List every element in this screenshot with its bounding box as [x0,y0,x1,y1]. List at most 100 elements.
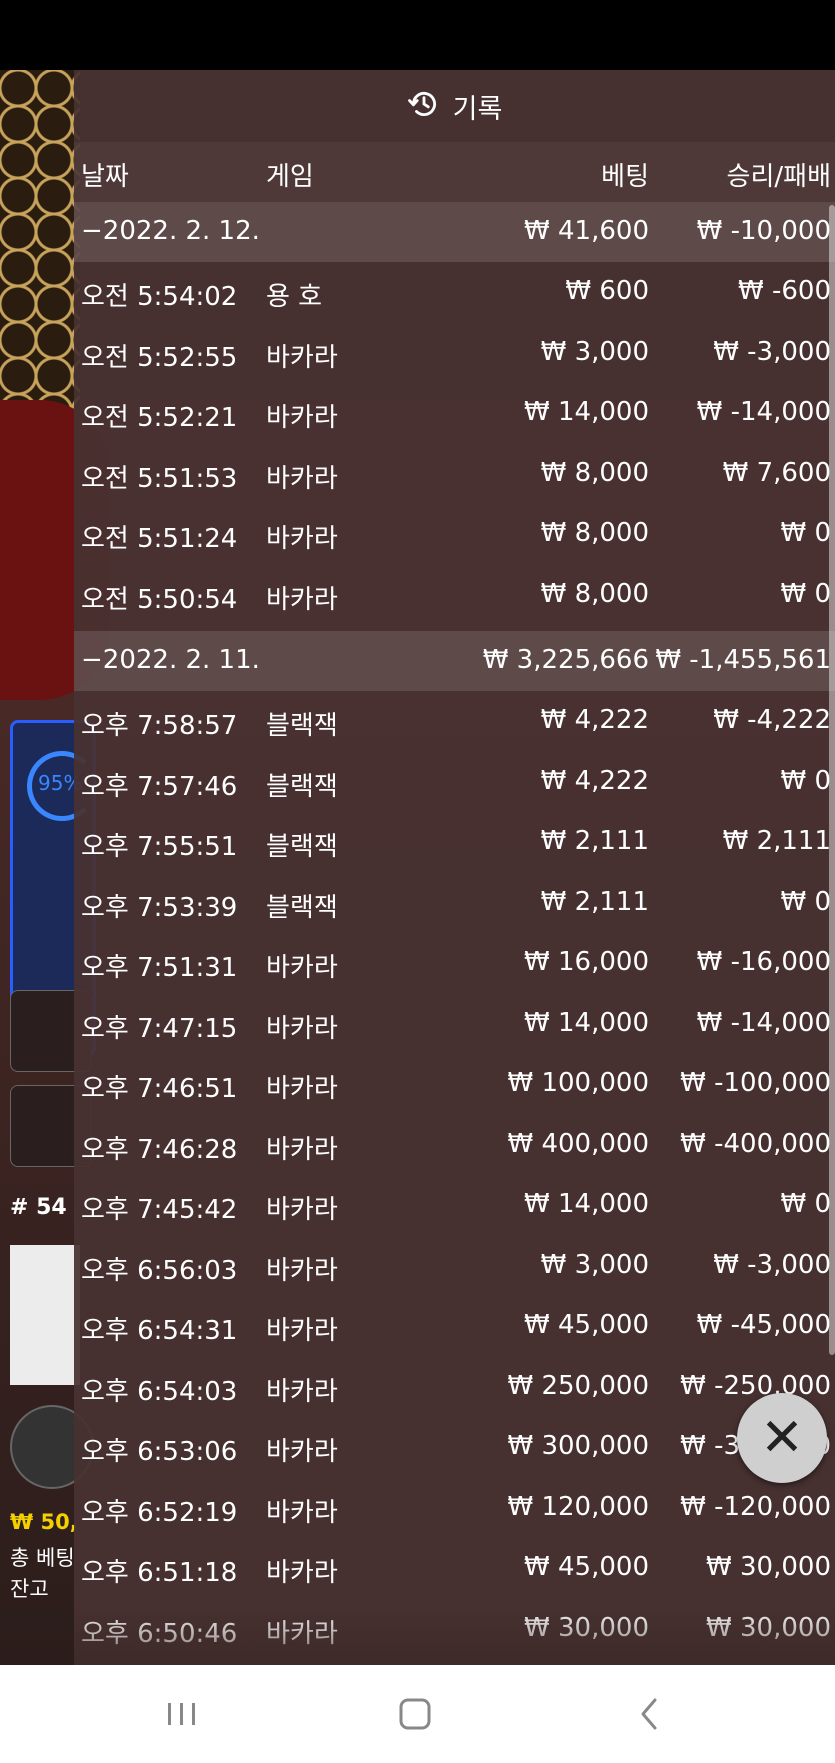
history-row[interactable]: 오전 5:54:02 용 호 ₩ 600 ₩ -600 [74,262,835,323]
history-row[interactable]: 오후 6:51:18 바카라 ₩ 45,000 ₩ 30,000 [74,1538,835,1599]
row-bet: ₩ 3,000 [540,1249,649,1280]
row-time: 오후 7:46:51 [81,1074,238,1104]
row-bet: ₩ 300,000 [507,1431,650,1461]
balance-amount: ₩ 50, [10,1510,78,1534]
row-winloss: ₩ -100,000 [680,1068,831,1098]
history-row[interactable]: 오후 7:47:15 바카라 ₩ 14,000 ₩ -14,000 [74,994,835,1055]
history-row[interactable]: 오후 6:56:03 바카라 ₩ 3,000 ₩ -3,000 [74,1236,835,1297]
history-row[interactable]: 오후 7:57:46 블랙잭 ₩ 4,222 ₩ 0 [74,752,835,813]
row-winloss: ₩ 0 [780,886,831,917]
row-bet: ₩ 3,000 [540,336,649,367]
row-winloss: ₩ -3,000 [713,1249,831,1280]
row-game: 바카라 [266,1013,338,1044]
row-bet: ₩ 600 [565,276,649,306]
balance-label: 잔고 [10,1577,49,1601]
bead-road [10,1245,80,1385]
home-icon [399,1698,431,1730]
group-bet-total: ₩ 3,225,666 [482,645,649,675]
recents-button[interactable] [122,1665,242,1763]
row-winloss: ₩ 30,000 [706,1552,831,1582]
row-game: 바카라 [266,1558,338,1588]
row-winloss: ₩ -120,000 [680,1491,831,1522]
row-time: 오후 6:52:19 [81,1497,238,1528]
header-bet: 베팅 [601,162,649,192]
row-time: 오전 5:54:02 [81,282,238,312]
row-bet: ₩ 8,000 [540,518,649,548]
row-game: 바카라 [266,1497,338,1528]
row-time: 오후 6:53:06 [81,1437,238,1467]
history-row[interactable]: 오후 7:51:31 바카라 ₩ 16,000 ₩ -16,000 [74,933,835,994]
history-row[interactable]: 오후 7:46:28 바카라 ₩ 400,000 ₩ -400,000 [74,1115,835,1176]
row-bet: ₩ 2,111 [540,886,649,917]
round-number: # 54 [10,1195,67,1220]
history-row[interactable]: 오후 7:46:51 바카라 ₩ 100,000 ₩ -100,000 [74,1054,835,1115]
row-game: 블랙잭 [266,892,338,923]
row-time: 오후 7:51:31 [81,953,238,983]
close-button[interactable]: ✕ [737,1393,827,1483]
row-bet: ₩ 120,000 [507,1491,650,1522]
row-time: 오후 7:57:46 [81,771,238,802]
row-time: 오후 6:51:18 [81,1558,238,1588]
history-list[interactable]: −2022. 2. 12. ₩ 41,600 ₩ -10,000 오전 5:54:02… [74,202,835,1659]
row-winloss: ₩ -3,000 [713,336,831,367]
row-time: 오후 7:46:28 [81,1134,238,1165]
history-row[interactable]: 오후 7:53:39 블랙잭 ₩ 2,111 ₩ 0 [74,873,835,934]
history-row[interactable]: 오전 5:52:21 바카라 ₩ 14,000 ₩ -14,000 [74,383,835,444]
history-row[interactable]: 오후 7:45:42 바카라 ₩ 14,000 ₩ 0 [74,1175,835,1236]
row-bet: ₩ 16,000 [524,947,649,977]
row-bet: ₩ 2,111 [540,826,649,856]
back-icon [641,1698,657,1730]
row-game: 바카라 [266,463,338,494]
header-date: 날짜 [81,162,129,192]
decorative-pattern [0,70,80,430]
row-game: 블랙잭 [266,771,338,802]
history-row[interactable]: 오후 6:52:19 바카라 ₩ 120,000 ₩ -120,000 [74,1478,835,1539]
row-winloss: ₩ -4,222 [713,705,831,735]
home-button[interactable] [355,1665,475,1763]
row-bet: ₩ 400,000 [507,1128,650,1159]
history-row[interactable]: 오전 5:51:53 바카라 ₩ 8,000 ₩ 7,600 [74,444,835,505]
date-group-row[interactable]: −2022. 2. 12. ₩ 41,600 ₩ -10,000 [74,202,835,262]
row-bet: ₩ 8,000 [540,457,649,488]
date-group-row[interactable]: −2022. 2. 11. ₩ 3,225,666 ₩ -1,455,561 [74,631,835,691]
row-bet: ₩ 45,000 [524,1552,649,1582]
status-bar [0,0,835,70]
history-dialog: 기록 날짜 게임 베팅 승리/패배 −2022. 2. 12. ₩ 41,600 ₩… [74,70,835,1665]
header-winloss: 승리/패배 [726,162,831,192]
row-time: 오전 5:50:54 [81,584,238,615]
recents-icon [168,1703,195,1725]
row-game: 바카라 [266,524,338,554]
row-time: 오후 7:53:39 [81,892,238,923]
history-row[interactable]: 오후 6:53:06바카라₩ 300,000₩ -300,000 [74,1417,835,1478]
row-winloss: ₩ 2,111 [722,826,831,856]
scrollbar[interactable] [829,205,835,1355]
back-button[interactable] [590,1665,710,1763]
row-time: 오후 7:58:57 [81,711,238,741]
history-row[interactable]: 오전 5:52:55 바카라 ₩ 3,000 ₩ -3,000 [74,323,835,384]
row-game: 바카라 [266,1195,338,1225]
history-row[interactable]: 오후 7:58:57 블랙잭 ₩ 4,222 ₩ -4,222 [74,691,835,752]
row-time: 오전 5:52:21 [81,403,238,433]
history-row[interactable]: 오후 6:54:31 바카라 ₩ 45,000 ₩ -45,000 [74,1296,835,1357]
history-row[interactable]: 오후 7:55:51 블랙잭 ₩ 2,111 ₩ 2,111 [74,812,835,873]
group-date: −2022. 2. 12. [81,216,260,246]
row-game: 바카라 [266,1255,338,1286]
row-winloss: ₩ -600 [738,276,831,306]
row-winloss: ₩ 0 [780,578,831,609]
row-winloss: ₩ 7,600 [722,457,831,488]
row-bet: ₩ 4,222 [540,765,649,796]
row-time: 오전 5:51:53 [81,463,238,494]
row-game: 바카라 [266,1134,338,1165]
history-row[interactable]: 오후 6:54:03 바카라 ₩ 250,000 ₩ -250,000 [74,1357,835,1418]
history-row[interactable]: 오전 5:51:24 바카라 ₩ 8,000 ₩ 0 [74,504,835,565]
history-row[interactable]: 오전 5:50:54 바카라 ₩ 8,000 ₩ 0 [74,565,835,626]
dialog-title: 기록 [452,93,503,125]
row-time: 오전 5:51:24 [81,524,238,554]
bottom-fade [74,1605,835,1665]
row-game: 바카라 [266,953,338,983]
row-bet: ₩ 8,000 [540,578,649,609]
row-time: 오후 7:45:42 [81,1195,238,1225]
group-bet-total: ₩ 41,600 [524,216,649,246]
row-game: 바카라 [266,1376,338,1407]
row-winloss: ₩ 0 [780,765,831,796]
